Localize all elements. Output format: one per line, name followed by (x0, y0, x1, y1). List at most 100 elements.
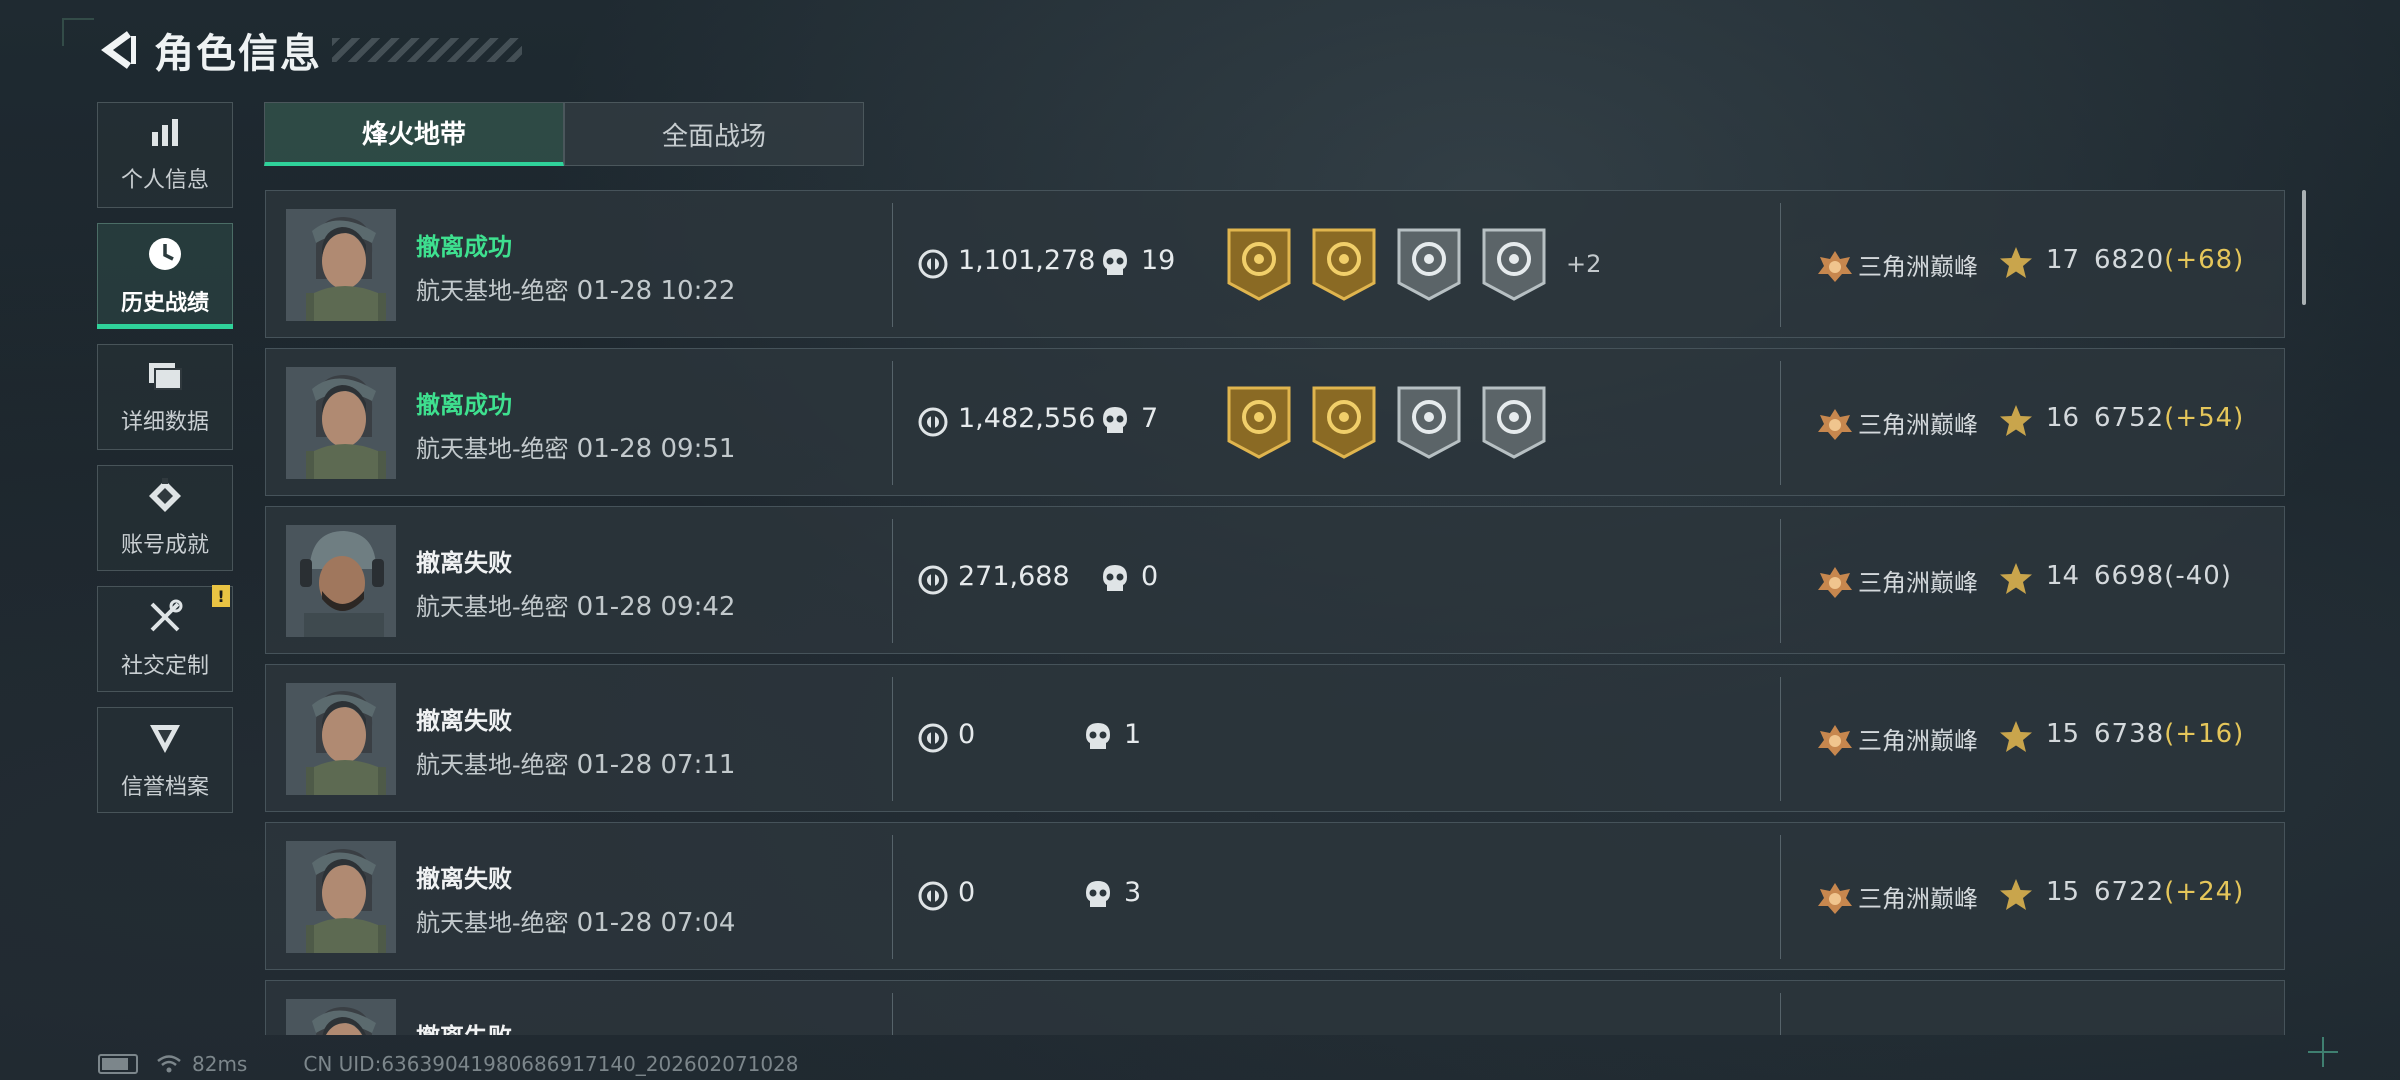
silver-burst-medal-icon[interactable] (1396, 385, 1462, 459)
match-time: 01-28 10:22 (576, 276, 736, 306)
extraction-result: 撤离失败 (416, 549, 512, 577)
corner-mark (62, 18, 94, 46)
match-time: 01-28 09:51 (576, 434, 736, 464)
rank-score: 6738(+16) (2094, 719, 2244, 749)
rank-score: 6698(-40) (2094, 561, 2232, 591)
column-divider (1780, 519, 1781, 643)
silver-hand-medal-icon[interactable] (1481, 385, 1547, 459)
column-divider (892, 361, 893, 485)
match-record-row[interactable]: 撤离失败 航天基地-绝密 01-28 07:11 0 1 三角洲巅峰 15 6738(+16) (265, 664, 2285, 812)
gold-coin-medal-icon[interactable] (1311, 227, 1377, 301)
rank-emblem-icon (1816, 407, 1854, 441)
tab-1[interactable]: 全面战场 (564, 102, 864, 166)
sidebar-item-3[interactable]: 账号成就 (97, 465, 233, 571)
bar-chart-icon (148, 116, 182, 154)
folder-icon (146, 358, 184, 396)
gold-coin-medal-icon[interactable] (1226, 385, 1292, 459)
score-value: 6752 (2094, 403, 2165, 433)
star-icon (1998, 877, 2034, 913)
match-record-row[interactable]: 撤离成功 航天基地-绝密 01-28 09:51 1,482,556 7 三角洲巅峰 16 6… (265, 348, 2285, 496)
map-info: 航天基地-绝密 01-28 07:04 (416, 903, 735, 938)
medal-list: +2 (1226, 227, 1601, 301)
title-decoration (332, 38, 522, 62)
extraction-result: 撤离成功 (416, 391, 512, 419)
page-header: 角色信息 (98, 20, 522, 80)
column-divider (892, 677, 893, 801)
column-divider (1780, 203, 1781, 327)
map-info: 航天基地-绝密 01-28 07:11 (416, 745, 735, 780)
map-name: 航天基地-绝密 (416, 435, 569, 463)
operator-avatar (286, 999, 396, 1035)
rank-name: 三角洲巅峰 (1858, 569, 1978, 597)
currency-icon (918, 565, 948, 595)
rank-score: 6722(+24) (2094, 877, 2244, 907)
sidebar-item-1[interactable]: 历史战绩 (97, 223, 233, 329)
rank-name: 三角洲巅峰 (1858, 411, 1978, 439)
crosshair-plus-icon (2308, 1037, 2338, 1067)
column-divider (1780, 993, 1781, 1035)
rank-score: 6752(+54) (2094, 403, 2244, 433)
back-arrow-icon[interactable] (98, 29, 140, 71)
operator-avatar (286, 525, 396, 637)
rank-emblem-icon (1816, 249, 1854, 283)
more-medals-count[interactable]: +2 (1566, 250, 1601, 278)
sidebar-item-label: 个人信息 (120, 168, 209, 193)
skull-icon (1101, 247, 1129, 279)
skull-icon (1084, 879, 1112, 911)
score-delta: (+54) (2164, 403, 2245, 433)
extracted-value: 0 (958, 877, 976, 908)
match-record-row[interactable]: 撤离失败 (265, 980, 2285, 1035)
match-time: 01-28 07:04 (576, 908, 736, 938)
tab-0[interactable]: 烽火地带 (264, 102, 564, 166)
currency-icon (918, 407, 948, 437)
star-icon (1998, 561, 2034, 597)
operator-avatar (286, 683, 396, 795)
score-delta: (+16) (2164, 719, 2245, 749)
sidebar-item-0[interactable]: 个人信息 (97, 102, 233, 208)
kill-count: 0 (1141, 561, 1159, 592)
sidebar-item-label: 社交定制 (120, 654, 209, 679)
column-divider (1780, 361, 1781, 485)
gold-scope-medal-icon[interactable] (1311, 385, 1377, 459)
rank-emblem-icon (1816, 723, 1854, 757)
match-time: 01-28 09:42 (576, 592, 736, 622)
currency-icon (918, 881, 948, 911)
rank-name: 三角洲巅峰 (1858, 885, 1978, 913)
match-time: 01-28 07:11 (576, 750, 736, 780)
sidebar: 个人信息历史战绩详细数据账号成就社交定制! 信誉档案 (97, 102, 235, 828)
score-value: 6738 (2094, 719, 2165, 749)
sidebar-item-2[interactable]: 详细数据 (97, 344, 233, 450)
currency-icon (918, 723, 948, 753)
match-history-list: 撤离成功 航天基地-绝密 01-28 10:22 1,101,278 19 +2 三角洲巅峰… (265, 190, 2285, 1035)
skull-icon (1101, 563, 1129, 595)
battery-icon (98, 1054, 138, 1074)
match-record-row[interactable]: 撤离失败 航天基地-绝密 01-28 07:04 0 3 三角洲巅峰 15 6722(+24) (265, 822, 2285, 970)
match-record-row[interactable]: 撤离失败 航天基地-绝密 01-28 09:42 271,688 0 三角洲巅峰 14 669… (265, 506, 2285, 654)
silver-target-medal-icon[interactable] (1396, 227, 1462, 301)
sidebar-item-4[interactable]: 社交定制! (97, 585, 233, 692)
map-name: 航天基地-绝密 (416, 751, 569, 779)
sidebar-item-5[interactable]: 信誉档案 (97, 707, 233, 813)
mode-tabs: 烽火地带 全面战场 (264, 102, 864, 166)
map-info: 航天基地-绝密 01-28 09:42 (416, 587, 735, 622)
map-info: 航天基地-绝密 01-28 09:51 (416, 429, 735, 464)
column-divider (892, 203, 893, 327)
notice-badge: ! (212, 585, 230, 607)
match-record-row[interactable]: 撤离成功 航天基地-绝密 01-28 10:22 1,101,278 19 +2 三角洲巅峰… (265, 190, 2285, 338)
silver-crosshair-medal-icon[interactable] (1481, 227, 1547, 301)
rank-level: 16 (2046, 403, 2080, 433)
column-divider (892, 993, 893, 1035)
operator-avatar (286, 367, 396, 479)
column-divider (1780, 677, 1781, 801)
rank-emblem-icon (1816, 565, 1854, 599)
extraction-result: 撤离失败 (416, 1017, 512, 1035)
extracted-value: 271,688 (958, 561, 1070, 592)
gold-rank-medal-icon[interactable] (1226, 227, 1292, 301)
extraction-result: 撤离成功 (416, 233, 512, 261)
skull-icon (1101, 405, 1129, 437)
star-icon (1998, 719, 2034, 755)
currency-icon (918, 249, 948, 279)
list-scrollbar[interactable] (2302, 190, 2306, 305)
column-divider (892, 835, 893, 959)
shield-icon (146, 719, 184, 761)
